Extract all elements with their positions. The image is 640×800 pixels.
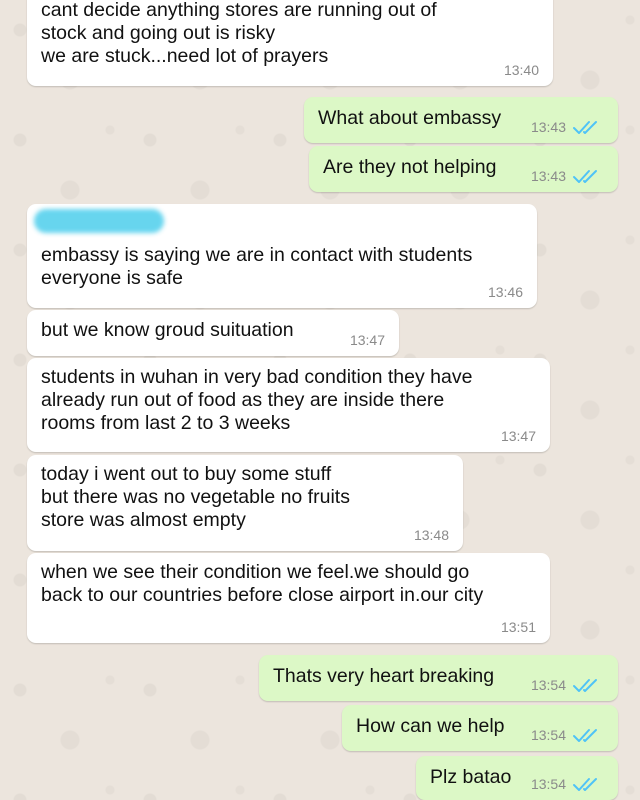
redacted-sender-name <box>34 209 164 233</box>
read-ticks-icon <box>573 121 597 134</box>
message-timestamp: 13:47 <box>500 428 536 444</box>
message-timestamp: 13:40 <box>503 62 539 78</box>
message-text: today i went out to buy some stuff but t… <box>41 463 350 531</box>
message-text: How can we help <box>356 715 505 737</box>
message-timestamp: 13:54 <box>530 776 566 792</box>
message-text: when we see their condition we feel.we s… <box>41 561 484 606</box>
read-ticks-icon <box>573 778 597 791</box>
read-ticks-icon <box>573 170 597 183</box>
message-timestamp: 13:48 <box>413 527 449 543</box>
read-ticks-icon <box>573 679 597 692</box>
outgoing-message[interactable]: Thats very heart breaking 13:54 <box>259 655 618 701</box>
read-ticks-icon <box>573 729 597 742</box>
message-timestamp: 13:54 <box>530 677 566 693</box>
message-timestamp: 13:51 <box>500 619 536 635</box>
message-text: students in wuhan in very bad condition … <box>41 366 473 434</box>
chat-message-list[interactable]: cant decide anything stores are running … <box>0 0 640 800</box>
message-text: but we know groud suituation <box>41 319 294 341</box>
message-timestamp: 13:46 <box>487 284 523 300</box>
outgoing-message[interactable]: How can we help 13:54 <box>342 705 618 751</box>
message-text: cant decide anything stores are running … <box>41 0 437 67</box>
incoming-message[interactable]: today i went out to buy some stuff but t… <box>27 455 463 551</box>
message-timestamp: 13:43 <box>530 119 566 135</box>
message-timestamp: 13:54 <box>530 727 566 743</box>
incoming-message[interactable]: students in wuhan in very bad condition … <box>27 358 550 452</box>
message-timestamp: 13:47 <box>349 332 385 348</box>
outgoing-message[interactable]: Plz batao 13:54 <box>416 756 618 800</box>
incoming-message[interactable]: but we know groud suituation 13:47 <box>27 310 399 356</box>
outgoing-message[interactable]: What about embassy 13:43 <box>304 97 618 143</box>
incoming-message[interactable]: when we see their condition we feel.we s… <box>27 553 550 643</box>
outgoing-message[interactable]: Are they not helping 13:43 <box>309 146 618 192</box>
incoming-message[interactable]: cant decide anything stores are running … <box>27 0 553 86</box>
message-timestamp: 13:43 <box>530 168 566 184</box>
